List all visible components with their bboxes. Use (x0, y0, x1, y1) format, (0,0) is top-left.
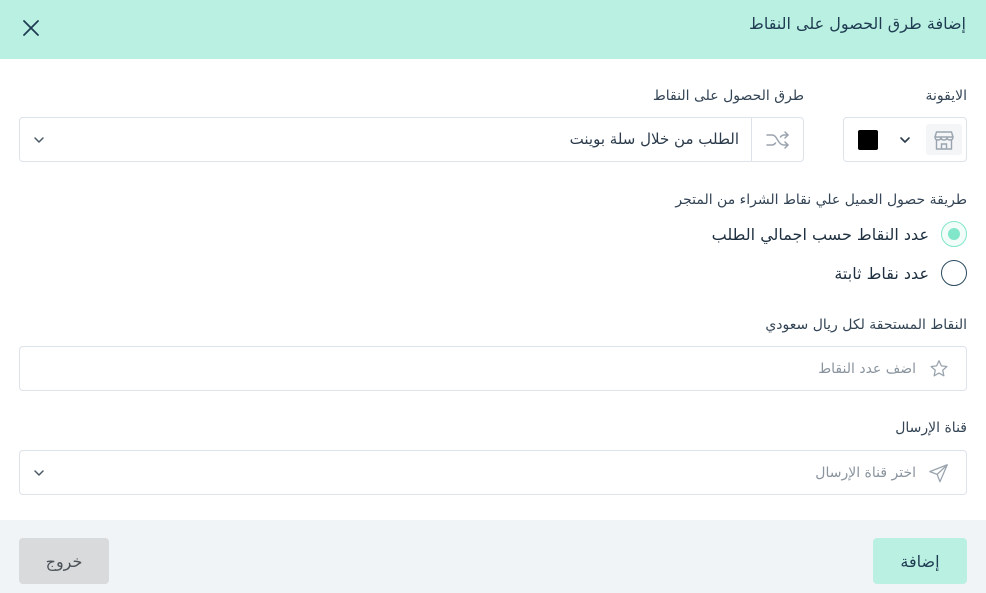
radio-option-total-order[interactable]: عدد النقاط حسب اجمالي الطلب (712, 221, 967, 247)
radio-button-checked[interactable] (941, 221, 967, 247)
shuffle-icon (765, 130, 789, 149)
close-icon[interactable] (20, 17, 42, 39)
points-field-label: النقاط المستحقة لكل ريال سعودي (765, 317, 967, 333)
radio-option-fixed-points[interactable]: عدد نقاط ثابتة (834, 260, 967, 286)
exit-button[interactable]: خروج (19, 538, 109, 584)
dialog-footer: إضافة خروج (0, 520, 986, 593)
radio-button[interactable] (941, 260, 967, 286)
icon-field-label: الايقونة (925, 88, 968, 104)
icon-picker[interactable] (843, 117, 967, 162)
chevron-down-icon[interactable] (32, 466, 46, 480)
points-input[interactable]: اضف عدد النقاط (19, 346, 967, 391)
icon-picker-preview[interactable] (922, 118, 966, 161)
method-select[interactable]: الطلب من خلال سلة بوينت (19, 117, 804, 162)
chevron-down-icon[interactable] (898, 133, 912, 147)
send-icon (929, 463, 948, 482)
channel-select[interactable]: اختر قناة الإرسال (19, 450, 967, 495)
store-icon (934, 130, 954, 150)
star-icon (930, 359, 948, 376)
add-button[interactable]: إضافة (873, 538, 967, 584)
method-field-label: طرق الحصول على النقاط (652, 88, 804, 104)
points-input-placeholder: اضف عدد النقاط (818, 360, 916, 377)
method-icon-cell (751, 118, 803, 161)
earning-method-label: طريقة حصول العميل علي نقاط الشراء من الم… (675, 192, 967, 208)
dialog-header: إضافة طرق الحصول على النقاط (0, 0, 986, 59)
dialog-title: إضافة طرق الحصول على النقاط (749, 14, 966, 33)
chevron-down-icon[interactable] (32, 133, 46, 147)
radio-option-label: عدد النقاط حسب اجمالي الطلب (711, 224, 929, 244)
radio-option-label: عدد نقاط ثابتة (834, 263, 929, 283)
color-swatch[interactable] (858, 130, 878, 150)
method-select-value: الطلب من خلال سلة بوينت (569, 130, 739, 148)
channel-select-placeholder: اختر قناة الإرسال (815, 464, 916, 481)
channel-field-label: قناة الإرسال (895, 420, 967, 436)
